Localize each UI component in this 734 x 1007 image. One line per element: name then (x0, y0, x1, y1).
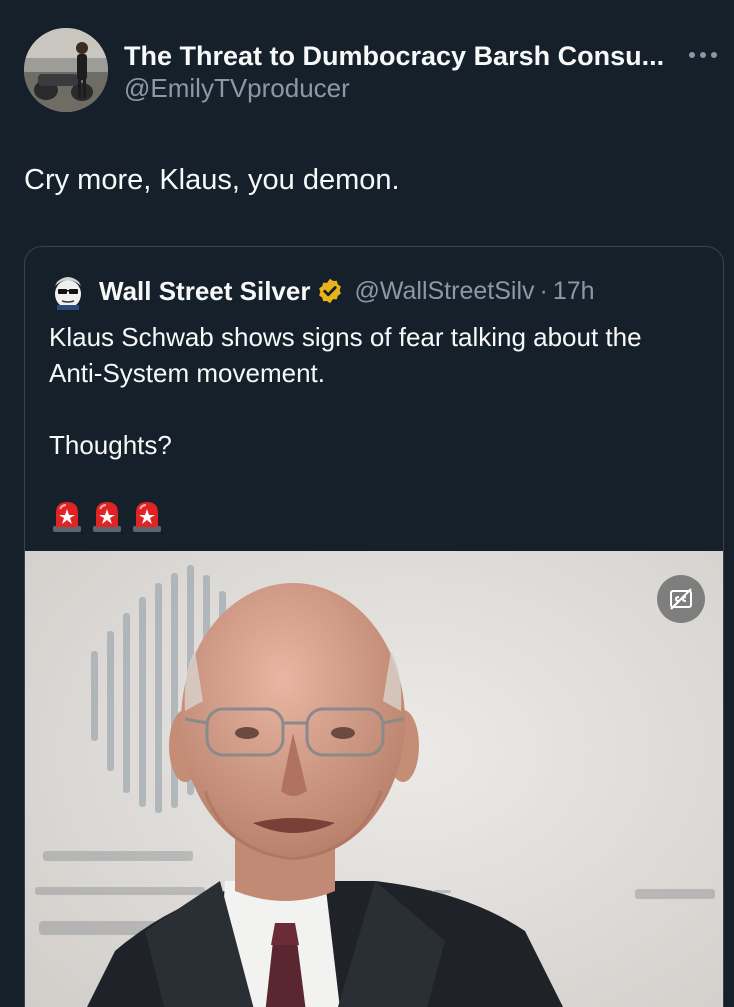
quoted-video[interactable]: ENT (25, 551, 723, 1007)
quoted-tweet-line: Thoughts? (49, 430, 172, 460)
avatar-photo-icon (24, 28, 108, 112)
quoted-author-avatar[interactable] (49, 272, 87, 310)
quoted-tweet-card[interactable]: Wall Street Silver @WallStreetSilv · 17h… (24, 246, 724, 1007)
captions-off-icon (670, 588, 692, 610)
wojak-avatar-icon (49, 272, 87, 310)
verified-badge-icon (319, 278, 342, 304)
tweet-text: Cry more, Klaus, you demon. (24, 164, 400, 196)
author-handle[interactable]: @EmilyTVproducer (124, 72, 718, 104)
siren-emoji-icon (53, 502, 81, 532)
video-frame: ENT (25, 551, 723, 1007)
quoted-tweet-text: Klaus Schwab shows signs of fear talking… (49, 319, 699, 463)
author-names: The Threat to Dumbocracy Barsh Consu... … (124, 40, 718, 104)
author-display-name[interactable]: The Threat to Dumbocracy Barsh Consu... (124, 40, 718, 72)
siren-emoji-icon (133, 502, 161, 532)
quoted-tweet-header: Wall Street Silver @WallStreetSilv · 17h (49, 271, 703, 311)
tweet-author-row: The Threat to Dumbocracy Barsh Consu... … (24, 28, 718, 114)
more-options-button[interactable] (688, 40, 718, 70)
siren-emoji-row (51, 499, 163, 533)
author-avatar[interactable] (24, 28, 108, 112)
quoted-author-handle[interactable]: @WallStreetSilv (354, 277, 534, 306)
separator-dot: · (539, 276, 548, 305)
quoted-tweet-line: Klaus Schwab shows signs of fear talking… (49, 322, 642, 388)
quoted-author-display-name[interactable]: Wall Street Silver (99, 276, 310, 307)
tweet: The Threat to Dumbocracy Barsh Consu... … (0, 0, 734, 1007)
siren-emoji-icon (93, 502, 121, 532)
captions-toggle-button[interactable] (657, 575, 705, 623)
more-dots-icon (689, 52, 717, 58)
quoted-tweet-time[interactable]: 17h (553, 277, 595, 306)
